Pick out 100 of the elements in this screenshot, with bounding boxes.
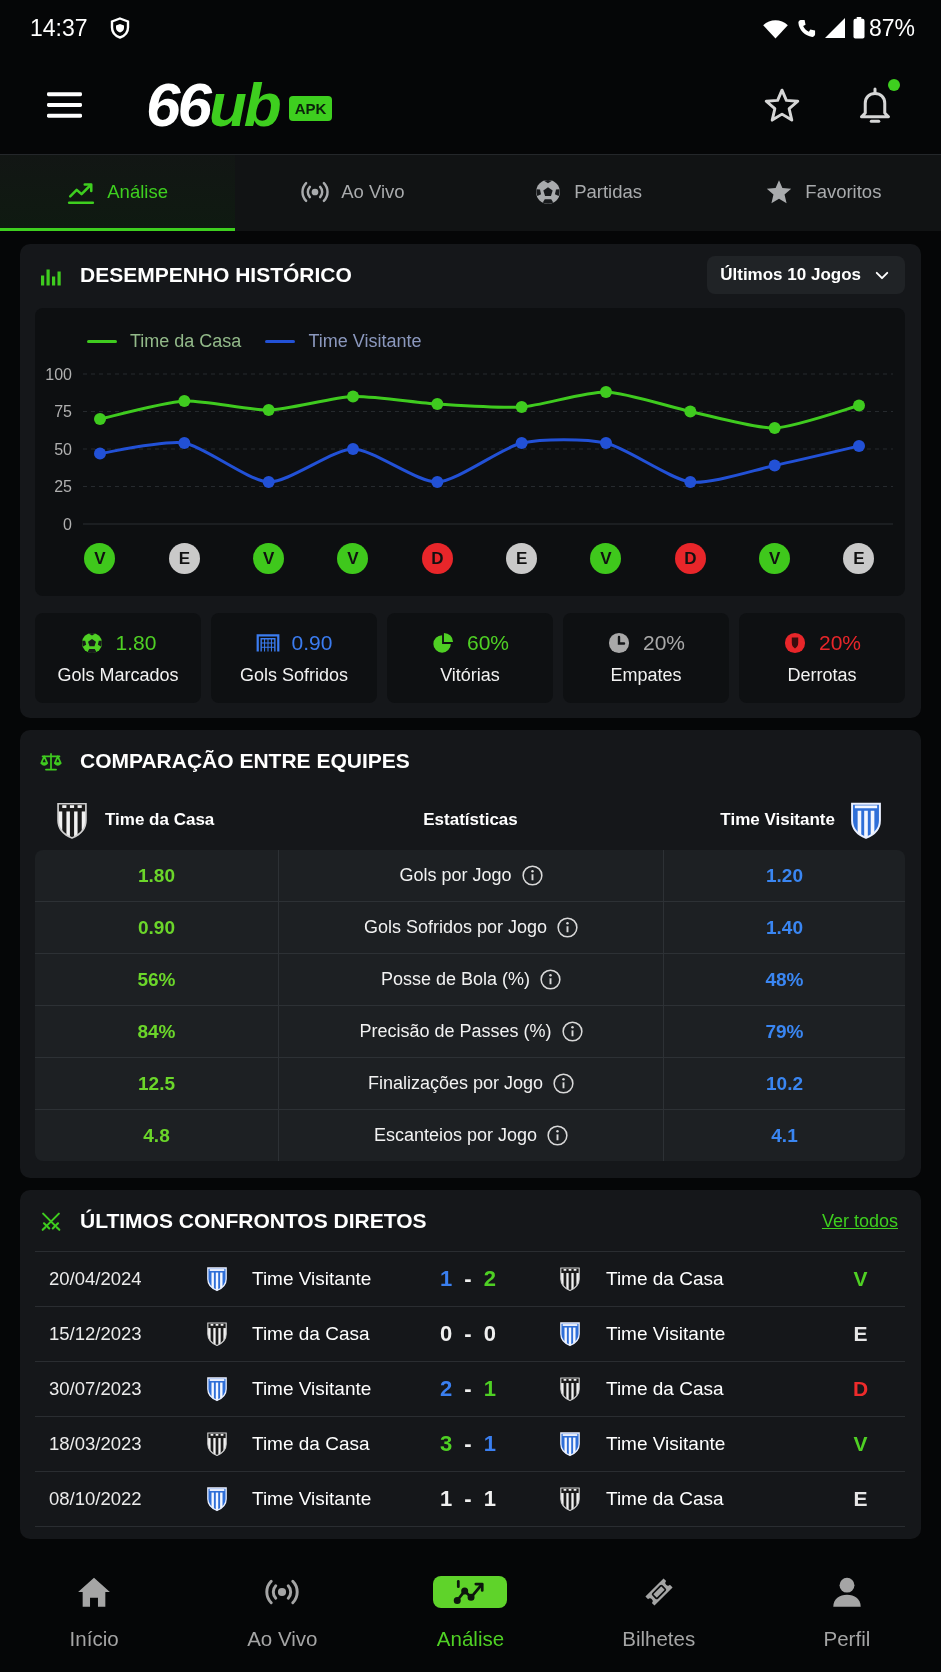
stat-label: Derrotas xyxy=(787,664,857,686)
team-name: Time Visitante xyxy=(252,1268,372,1290)
match-date: 08/10/2022 xyxy=(49,1488,142,1510)
axis-label: 75 xyxy=(54,403,72,420)
nav-item[interactable]: Bilhetes xyxy=(564,1540,753,1672)
crest-icon xyxy=(559,1321,581,1347)
info-icon[interactable] xyxy=(547,1125,569,1146)
data-point xyxy=(262,476,275,488)
axis-label: 25 xyxy=(54,478,72,495)
section-title: COMPARAÇÃO ENTRE EQUIPES xyxy=(80,749,410,773)
data-point xyxy=(684,405,697,418)
result-badge: V xyxy=(590,543,622,574)
bell-icon[interactable] xyxy=(857,85,893,125)
tab[interactable]: Favoritos xyxy=(705,155,941,231)
away-team-value: 10.2 xyxy=(766,1072,803,1095)
data-point xyxy=(853,399,865,412)
stat-value: 20% xyxy=(819,630,861,655)
nav-item[interactable]: Perfil xyxy=(752,1540,941,1672)
nav-item[interactable]: Análise xyxy=(376,1540,565,1672)
nav-item[interactable]: Início xyxy=(0,1540,189,1672)
data-point xyxy=(262,404,275,416)
chevron-down-icon xyxy=(875,270,889,280)
data-point xyxy=(178,437,191,449)
stat-label: Vitórias xyxy=(440,664,500,686)
stat-name: Posse de Bola (%) xyxy=(380,969,531,990)
axis-label: 0 xyxy=(63,515,72,533)
data-point xyxy=(347,443,359,455)
info-icon[interactable] xyxy=(553,1073,575,1094)
match-date: 20/04/2024 xyxy=(49,1268,142,1290)
crest-icon xyxy=(55,800,89,840)
soccer-ball-icon xyxy=(79,631,104,654)
crest-icon xyxy=(206,1431,228,1457)
tab[interactable]: Ao Vivo xyxy=(235,155,471,231)
data-point xyxy=(431,398,444,410)
wifi-icon xyxy=(761,17,789,39)
menu-icon[interactable] xyxy=(47,91,82,119)
soccer-ball-icon xyxy=(534,178,563,205)
home-team-value: 1.80 xyxy=(138,864,175,887)
column-heading: Estatísticas xyxy=(423,810,518,830)
data-point xyxy=(178,395,191,407)
match-result: E xyxy=(853,1487,868,1511)
away-team-value: 1.20 xyxy=(766,864,803,887)
battery-percentage: 87% xyxy=(868,14,915,42)
info-icon[interactable] xyxy=(521,865,543,886)
info-icon[interactable] xyxy=(561,1021,583,1042)
data-point xyxy=(347,390,359,403)
section-title: ÚLTIMOS CONFRONTOS DIRETOS xyxy=(80,1209,427,1233)
stat-value: 1.80 xyxy=(115,630,157,655)
pie-chart-icon xyxy=(431,631,455,654)
team-name: Time da Casa xyxy=(606,1268,724,1290)
team-name: Time da Casa xyxy=(252,1323,370,1345)
stat-value: 60% xyxy=(467,630,509,655)
stat-label: Gols Marcados xyxy=(57,664,179,686)
match-score: 2 - 1 xyxy=(439,1376,497,1402)
home-team-value: 56% xyxy=(137,968,176,991)
team-name: Time Visitante xyxy=(606,1433,726,1455)
match-score: 3 - 1 xyxy=(439,1431,497,1457)
tab[interactable]: Análise xyxy=(0,155,236,231)
data-point xyxy=(853,440,865,452)
nav-item[interactable]: Ao Vivo xyxy=(188,1540,377,1672)
match-score: 0 - 0 xyxy=(439,1321,497,1347)
home-team-value: 0.90 xyxy=(138,916,175,939)
stat-name: Escanteios por Jogo xyxy=(373,1125,538,1146)
match-result: V xyxy=(853,1267,868,1291)
team-name: Time da Casa xyxy=(252,1433,370,1455)
legend-label: Time Visitante xyxy=(308,330,422,352)
shield-circle-icon xyxy=(783,631,807,654)
axis-label: 50 xyxy=(54,440,72,458)
away-team-value: 79% xyxy=(765,1020,804,1043)
tab[interactable]: Partidas xyxy=(470,155,706,231)
crest-icon xyxy=(206,1376,228,1402)
legend-label: Time da Casa xyxy=(130,330,242,352)
stat-name: Gols Sofridos por Jogo xyxy=(363,917,548,938)
data-point xyxy=(684,476,697,488)
stat-label: Empates xyxy=(610,664,682,686)
period-dropdown[interactable]: Últimos 10 Jogos xyxy=(707,256,905,294)
match-date: 30/07/2023 xyxy=(49,1378,142,1400)
data-point xyxy=(600,386,612,398)
data-point xyxy=(515,437,528,449)
info-icon[interactable] xyxy=(540,969,562,990)
signal-icon xyxy=(823,17,846,39)
star-icon[interactable] xyxy=(763,86,801,124)
see-all-link[interactable]: Ver todos xyxy=(821,1210,898,1232)
team-name: Time Visitante xyxy=(606,1323,726,1345)
crest-icon xyxy=(559,1376,581,1402)
result-badge: V xyxy=(253,543,285,574)
crossed-swords-icon xyxy=(40,1210,62,1232)
balance-scale-icon xyxy=(40,750,62,772)
data-point xyxy=(94,447,106,460)
clock-icon xyxy=(607,631,631,654)
crest-icon xyxy=(559,1266,581,1292)
data-point xyxy=(600,437,612,449)
result-badge: V xyxy=(337,543,369,574)
crest-icon xyxy=(559,1431,581,1457)
result-badge: V xyxy=(84,543,116,574)
away-team-value: 4.1 xyxy=(771,1124,798,1147)
away-team-value: 1.40 xyxy=(766,916,803,939)
stat-value: 0.90 xyxy=(291,630,333,655)
match-result: E xyxy=(853,1322,868,1346)
info-icon[interactable] xyxy=(557,917,579,938)
